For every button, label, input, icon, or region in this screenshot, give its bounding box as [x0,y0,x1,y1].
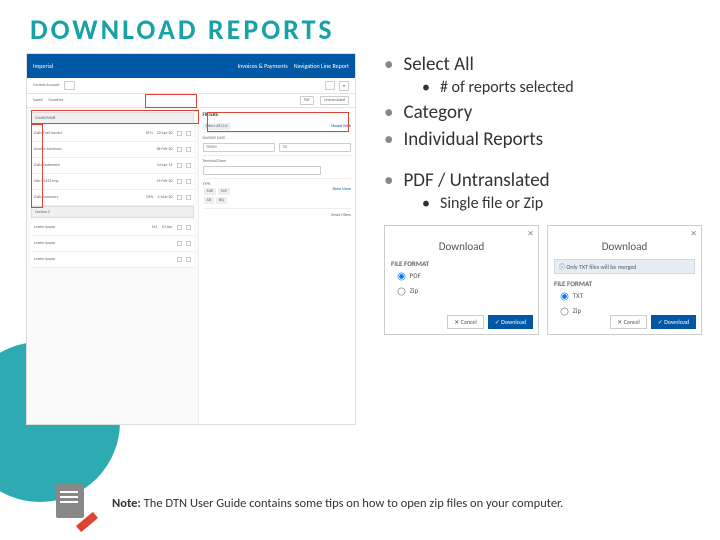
report-row: Daily SummaryDFN3-Mar-20 [31,190,194,206]
report-list: Credit/Rebill Daily Fuel InvoiceDFN22-Ja… [27,108,198,424]
date-chip [325,81,335,90]
filter-label: INVOICE DATE [203,136,351,141]
page-title: DOWNLOAD REPORTS [0,0,720,53]
report-row: Invoice Summary18-Feb-20 [31,142,194,158]
close-icon[interactable]: ✕ [690,229,697,239]
sub-bullet: Single file or Zip [440,194,543,213]
bullet: PDF / Untranslated [403,169,549,192]
nav-link: Invoices & Payments [238,62,288,70]
report-row: Lorem Ipsum [31,252,194,268]
report-row: Site-52453 Imp19-Feb-20 [31,174,194,190]
section-label: FILE FORMAT [554,279,695,288]
tab: Saved [33,98,43,103]
info-message: ⓘ Only TXT files will be merged [554,259,695,274]
ss-crumb-bar: Current Account ▾ [27,78,355,94]
report-row: Daily Statement14-Jan-19 [31,158,194,174]
note-icon [56,484,96,524]
category-header: Section 2 [31,206,194,218]
note-text: Note: The DTN User Guide contains some t… [112,496,563,512]
popup-title: Download [391,240,532,253]
breadcrumb: Current Account [33,83,60,88]
filter-label: Terminal/Zone [203,159,351,164]
reset-link: Reset Filters [331,213,351,218]
filters-panel: FILTERS Select All (14) Shared With INVO… [198,108,355,424]
ss-tab-bar: Saved Favorites PDF Untranslated [27,94,355,108]
bullet-list: Select All # of reports selected Categor… [356,53,702,425]
ss-topbar: Imperial Invoices & Payments Navigation … [27,54,355,78]
report-row: Lorem IpsumM110-Apr [31,220,194,236]
from-field: FROM [203,143,275,152]
footer-note: Note: The DTN User Guide contains some t… [56,484,680,524]
to-field: TO [279,143,351,152]
download-button[interactable]: ✓ Download [488,315,533,329]
cancel-button[interactable]: ✕ Cancel [610,315,647,329]
pdf-chip: PDF [300,96,314,105]
nav-link: Navigation Line Report [294,62,349,70]
brand-logo: Imperial [33,62,53,70]
cancel-button[interactable]: ✕ Cancel [447,315,484,329]
filter-chip: ▾ [339,81,349,91]
radio-option[interactable]: Zip [395,285,532,298]
download-popup-pdf: ✕ Download FILE FORMAT PDF Zip ✕ Cancel … [384,225,539,335]
tab: Favorites [49,98,64,103]
close-icon[interactable]: ✕ [527,229,534,239]
content-area: Imperial Invoices & Payments Navigation … [0,53,720,425]
radio-option[interactable]: PDF [395,270,532,283]
popup-title: Download [554,240,695,253]
report-row: Daily Fuel InvoiceDFN22-Jan-20 [31,126,194,142]
section-label: FILE FORMAT [391,259,532,268]
terminal-field [203,166,322,175]
account-chip [64,81,76,90]
category-header: Credit/Rebill [31,112,194,124]
radio-option[interactable]: TXT [558,290,695,303]
download-button[interactable]: ✓ Download [651,315,696,329]
bullet: Category [403,101,472,124]
untranslated-chip: Untranslated [320,96,349,105]
report-row: Lorem Ipsum [31,236,194,252]
shared-with-link: Shared With [331,124,351,129]
select-all-pill: Select All (14) [203,123,231,130]
popup-examples: ✕ Download FILE FORMAT PDF Zip ✕ Cancel … [384,225,702,335]
sub-bullet: # of reports selected [440,78,574,97]
bullet: Individual Reports [403,128,543,151]
filters-heading: FILTERS [203,112,351,118]
download-popup-txt: ✕ Download ⓘ Only TXT files will be merg… [547,225,702,335]
bullet: Select All [403,53,473,76]
app-screenshot: Imperial Invoices & Payments Navigation … [26,53,356,425]
